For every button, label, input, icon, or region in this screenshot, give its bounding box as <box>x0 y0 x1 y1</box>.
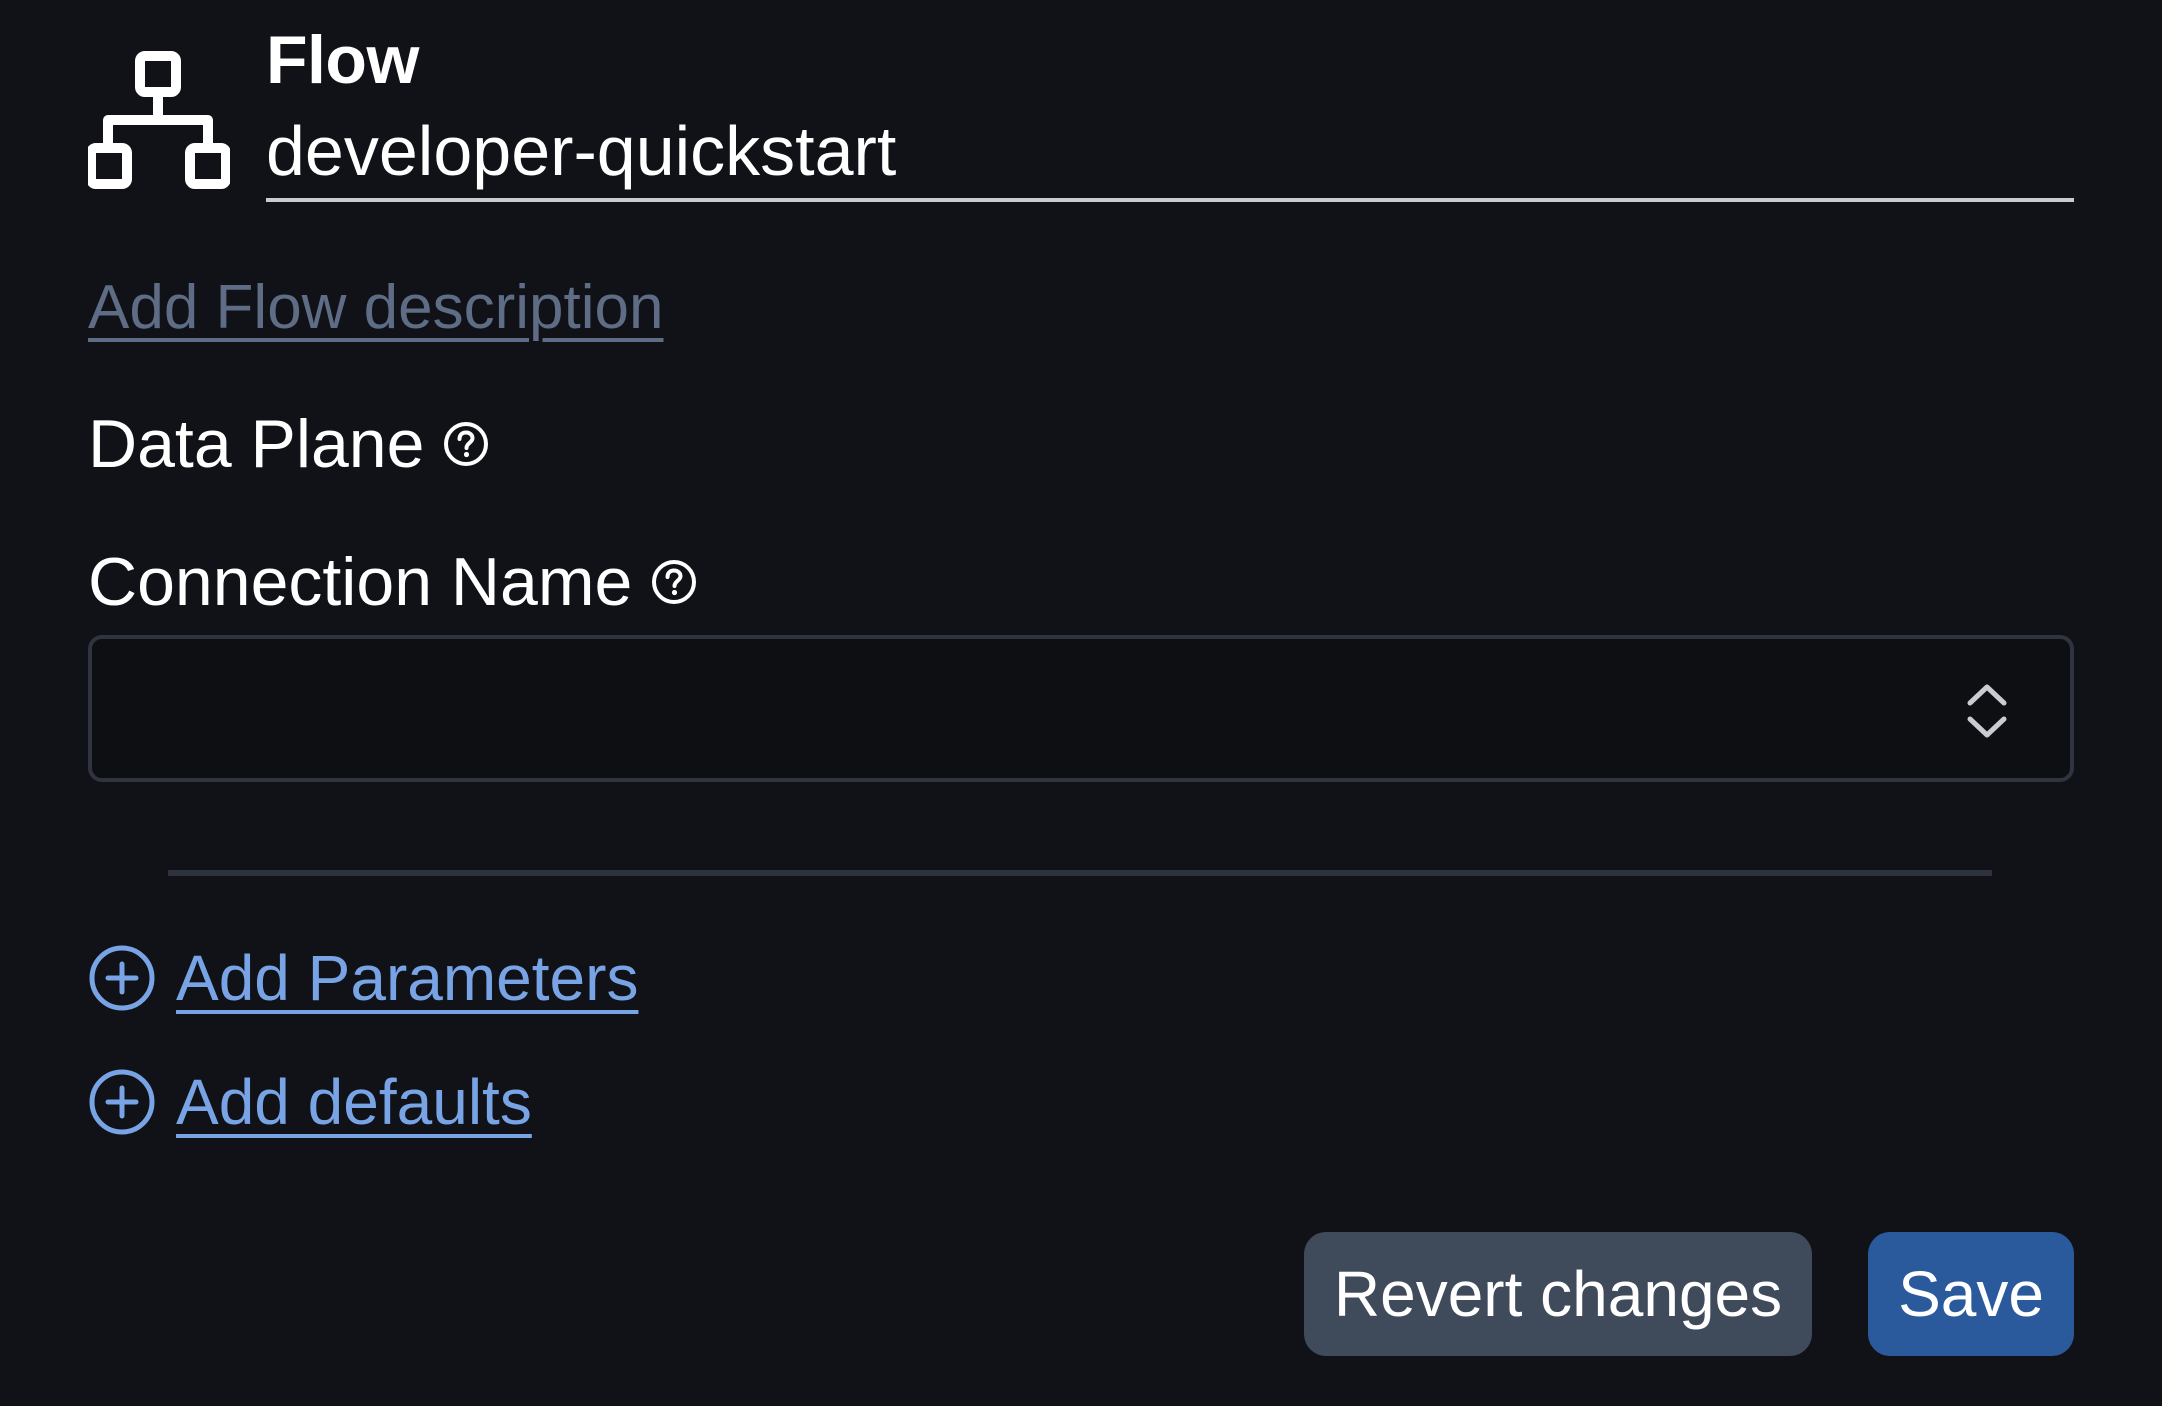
add-parameters-link[interactable]: Add Parameters <box>88 938 638 1018</box>
connection-name-field: Connection Name <box>88 540 698 624</box>
add-defaults-link[interactable]: Add defaults <box>88 1062 532 1142</box>
add-defaults-label: Add defaults <box>176 1066 532 1138</box>
question-circle-icon[interactable] <box>650 558 698 606</box>
data-plane-field: Data Plane <box>88 402 490 486</box>
save-button[interactable]: Save <box>1868 1232 2074 1356</box>
add-flow-description-link[interactable]: Add Flow description <box>88 268 664 348</box>
question-circle-icon[interactable] <box>442 420 490 468</box>
plus-circle-icon <box>89 1069 155 1135</box>
connection-name-select[interactable] <box>88 635 2074 782</box>
connection-name-label: Connection Name <box>88 544 633 620</box>
data-plane-label: Data Plane <box>88 406 425 482</box>
plus-circle-icon <box>89 945 155 1011</box>
revert-changes-button[interactable]: Revert changes <box>1304 1232 1812 1356</box>
section-divider <box>168 870 1992 876</box>
chevron-up-down-icon <box>1967 684 2007 738</box>
add-parameters-label: Add Parameters <box>176 942 639 1014</box>
flow-hierarchy-icon <box>88 51 230 189</box>
flow-name-input[interactable] <box>266 104 2074 202</box>
flow-kind-label: Flow <box>266 22 419 98</box>
flow-settings-panel: Flow Add Flow description Data Plane Con… <box>0 0 2162 1406</box>
